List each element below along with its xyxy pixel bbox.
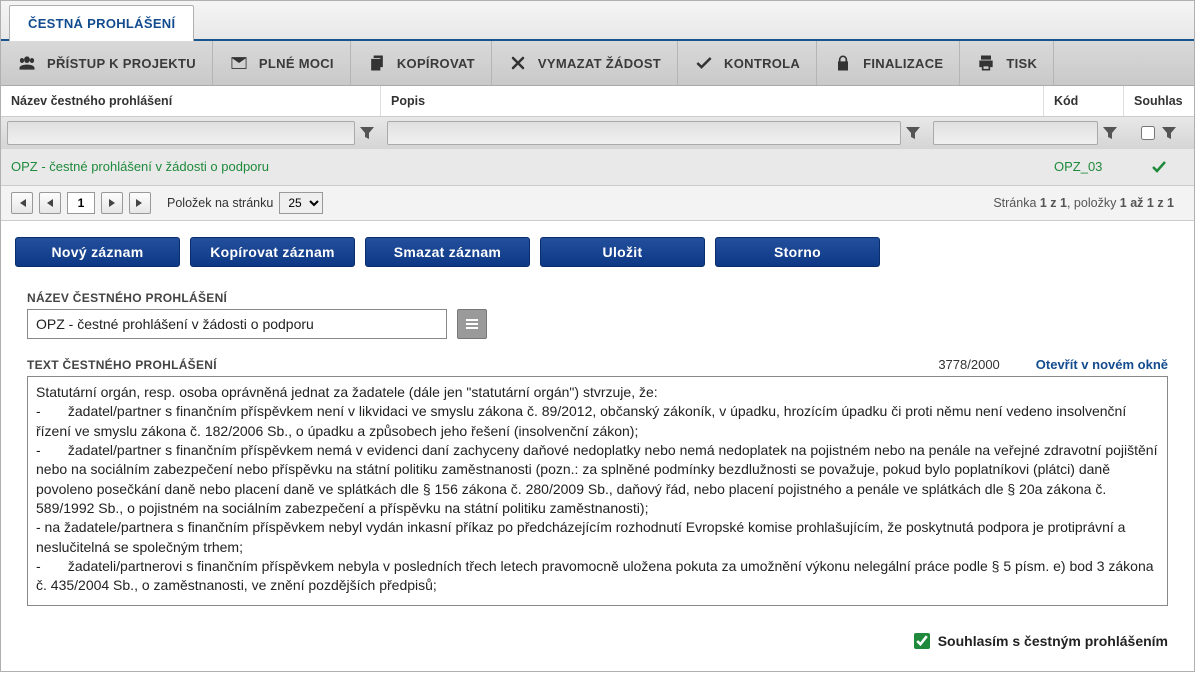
checkmark-icon: [1151, 159, 1167, 175]
pager-first[interactable]: [11, 192, 33, 214]
filter-input-nazev[interactable]: [7, 121, 355, 145]
label-nazev: NÁZEV ČESTNÉHO PROHLÁŠENÍ: [27, 291, 1168, 305]
toolbar-label: PLNÉ MOCI: [259, 56, 334, 71]
pager-page-input[interactable]: [67, 192, 95, 214]
filter-input-kod[interactable]: [933, 121, 1098, 145]
toolbar-plne-moci[interactable]: PLNÉ MOCI: [213, 41, 351, 85]
funnel-icon[interactable]: [1102, 125, 1118, 141]
people-icon: [17, 53, 37, 73]
lock-icon: [833, 53, 853, 73]
new-record-button[interactable]: Nový záznam: [15, 237, 180, 267]
consent-checkbox[interactable]: [914, 633, 930, 649]
toolbar-tisk[interactable]: TISK: [960, 41, 1054, 85]
pager: Položek na stránku 25 Stránka 1 z 1, pol…: [1, 185, 1194, 221]
cell-nazev: OPZ - čestné prohlášení v žádosti o podp…: [1, 149, 381, 185]
pager-info: Stránka 1 z 1, položky 1 až 1 z 1: [993, 196, 1184, 210]
cell-popis: [381, 149, 1044, 185]
column-kod[interactable]: Kód: [1044, 86, 1124, 116]
funnel-icon[interactable]: [359, 125, 375, 141]
pager-prev[interactable]: [39, 192, 61, 214]
envelope-icon: [229, 53, 249, 73]
column-popis[interactable]: Popis: [381, 86, 1044, 116]
cell-kod: OPZ_03: [1044, 149, 1124, 185]
grid-filter-row: [1, 117, 1194, 149]
column-souhlas[interactable]: Souhlas: [1124, 86, 1194, 116]
pager-perpage-select[interactable]: 25: [279, 192, 323, 214]
record-actions: Nový záznam Kopírovat záznam Smazat zázn…: [1, 221, 1194, 275]
toolbar-label: FINALIZACE: [863, 56, 943, 71]
delete-record-button[interactable]: Smazat záznam: [365, 237, 530, 267]
toolbar-kontrola[interactable]: KONTROLA: [678, 41, 817, 85]
pager-next[interactable]: [101, 192, 123, 214]
toolbar-pristup-k-projektu[interactable]: PŘÍSTUP K PROJEKTU: [1, 41, 213, 85]
grid-header: Název čestného prohlášení Popis Kód Souh…: [1, 86, 1194, 117]
column-nazev[interactable]: Název čestného prohlášení: [1, 86, 381, 116]
toolbar-finalizace[interactable]: FINALIZACE: [817, 41, 960, 85]
delete-x-icon: [508, 53, 528, 73]
check-icon: [694, 53, 714, 73]
open-new-window-link[interactable]: Otevřít v novém okně: [1036, 357, 1168, 372]
toolbar-label: PŘÍSTUP K PROJEKTU: [47, 56, 196, 71]
save-button[interactable]: Uložit: [540, 237, 705, 267]
text-body-textarea[interactable]: [27, 376, 1168, 606]
copy-record-button[interactable]: Kopírovat záznam: [190, 237, 355, 267]
cancel-button[interactable]: Storno: [715, 237, 880, 267]
table-row[interactable]: OPZ - čestné prohlášení v žádosti o podp…: [1, 149, 1194, 185]
consent-label: Souhlasím s čestným prohlášením: [938, 633, 1168, 649]
funnel-icon[interactable]: [905, 125, 921, 141]
toolbar-label: KONTROLA: [724, 56, 800, 71]
char-counter: 3778/2000: [938, 357, 999, 372]
filter-checkbox-souhlas[interactable]: [1141, 126, 1155, 140]
toolbar-label: KOPÍROVAT: [397, 56, 475, 71]
toolbar-label: TISK: [1006, 56, 1037, 71]
toolbar-vymazat-zadost[interactable]: VYMAZAT ŽÁDOST: [492, 41, 678, 85]
pager-last[interactable]: [129, 192, 151, 214]
funnel-icon[interactable]: [1161, 125, 1177, 141]
tab-cestna-prohlaseni[interactable]: ČESTNÁ PROHLÁŠENÍ: [9, 5, 194, 41]
list-lookup-button[interactable]: [457, 309, 487, 339]
nazev-input[interactable]: [27, 309, 447, 339]
top-toolbar: PŘÍSTUP K PROJEKTU PLNÉ MOCI KOPÍROVAT V…: [1, 41, 1194, 86]
pager-perpage-label: Položek na stránku: [167, 196, 273, 210]
list-icon: [464, 316, 480, 332]
label-text: TEXT ČESTNÉHO PROHLÁŠENÍ: [27, 358, 217, 372]
toolbar-kopirovat[interactable]: KOPÍROVAT: [351, 41, 492, 85]
print-icon: [976, 53, 996, 73]
filter-input-popis[interactable]: [387, 121, 901, 145]
toolbar-label: VYMAZAT ŽÁDOST: [538, 56, 661, 71]
cell-souhlas: [1124, 149, 1194, 185]
copy-icon: [367, 53, 387, 73]
